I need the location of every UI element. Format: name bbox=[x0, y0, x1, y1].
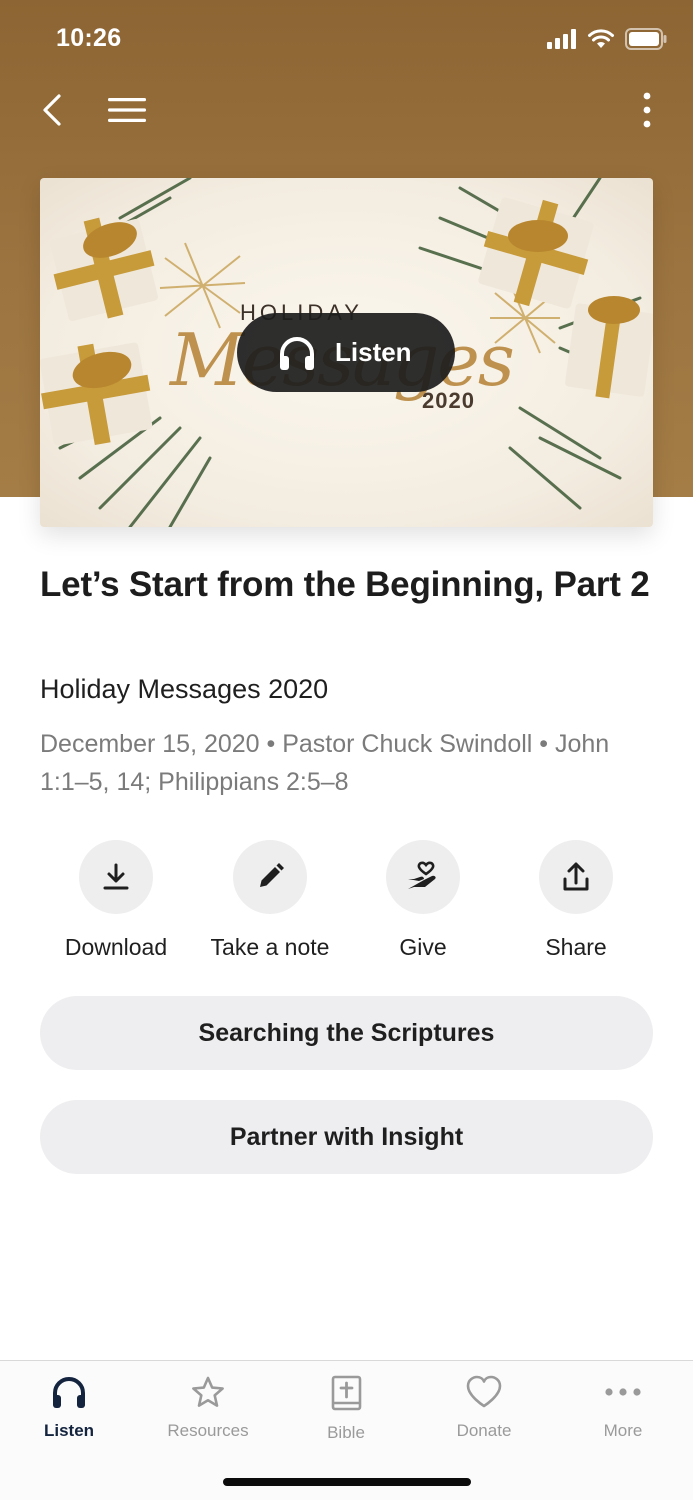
battery-icon bbox=[625, 28, 667, 50]
take-note-circle bbox=[233, 840, 307, 914]
partner-with-insight-button[interactable]: Partner with Insight bbox=[40, 1100, 653, 1174]
tab-resources[interactable]: Resources bbox=[148, 1375, 268, 1441]
series-name: Holiday Messages 2020 bbox=[40, 674, 329, 704]
download-label: Download bbox=[64, 934, 168, 960]
episode-title: Let’s Start from the Beginning, Part 2 bbox=[40, 565, 650, 604]
share-button[interactable]: Share bbox=[501, 840, 651, 961]
give-button[interactable]: Give bbox=[348, 840, 498, 961]
give-label: Give bbox=[399, 934, 447, 960]
status-time: 10:26 bbox=[56, 24, 122, 52]
tab-more[interactable]: More bbox=[563, 1375, 683, 1441]
menu-button[interactable] bbox=[102, 88, 152, 132]
tab-donate-label: Donate bbox=[456, 1421, 512, 1440]
take-note-button[interactable]: Take a note bbox=[195, 840, 345, 961]
pencil-icon bbox=[260, 863, 284, 887]
tab-more-label: More bbox=[603, 1421, 643, 1440]
download-button[interactable]: Download bbox=[41, 840, 191, 961]
listen-button[interactable]: Listen bbox=[237, 313, 455, 392]
action-row: Download Take a note Give Share bbox=[40, 840, 653, 970]
listen-button-label: Listen bbox=[335, 337, 412, 367]
searching-scriptures-button[interactable]: Searching the Scriptures bbox=[40, 996, 653, 1070]
tab-listen-label: Listen bbox=[43, 1421, 95, 1440]
status-icons bbox=[547, 28, 667, 50]
download-circle bbox=[79, 840, 153, 914]
more-vertical-icon bbox=[643, 92, 651, 128]
wifi-icon bbox=[588, 29, 614, 48]
share-icon bbox=[563, 862, 589, 891]
hamburger-menu-icon bbox=[108, 98, 146, 122]
headphones-icon bbox=[280, 336, 314, 370]
episode-meta: December 15, 2020 • Pastor Chuck Swindol… bbox=[40, 730, 610, 796]
tab-bible-label: Bible bbox=[327, 1423, 365, 1442]
star-icon bbox=[192, 1376, 224, 1407]
share-label: Share bbox=[545, 934, 607, 960]
back-chevron-icon bbox=[43, 94, 61, 126]
tab-resources-label: Resources bbox=[167, 1421, 249, 1440]
tab-donate[interactable]: Donate bbox=[424, 1375, 544, 1441]
more-options-button[interactable] bbox=[635, 88, 659, 132]
share-circle bbox=[539, 840, 613, 914]
nav-bar bbox=[0, 80, 693, 140]
give-heart-hand-icon bbox=[408, 861, 436, 889]
bible-icon bbox=[331, 1375, 362, 1411]
status-bar: 10:26 bbox=[0, 0, 693, 78]
artwork-year: 2020 bbox=[422, 388, 475, 413]
ellipsis-icon bbox=[605, 1388, 641, 1396]
back-button[interactable] bbox=[30, 88, 74, 132]
signal-icon bbox=[547, 29, 576, 49]
download-icon bbox=[103, 863, 129, 890]
headphones-icon bbox=[53, 1377, 85, 1408]
home-indicator bbox=[223, 1478, 471, 1486]
tab-bible[interactable]: Bible bbox=[286, 1375, 406, 1443]
tab-listen[interactable]: Listen bbox=[9, 1375, 129, 1441]
take-note-label: Take a note bbox=[210, 934, 330, 960]
give-circle bbox=[386, 840, 460, 914]
heart-icon bbox=[466, 1375, 502, 1408]
